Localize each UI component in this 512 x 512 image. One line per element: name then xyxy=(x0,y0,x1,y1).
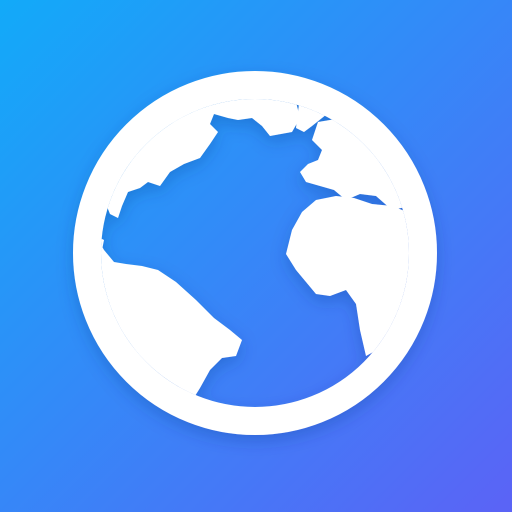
globe-icon xyxy=(0,0,512,512)
app-icon xyxy=(0,0,512,512)
